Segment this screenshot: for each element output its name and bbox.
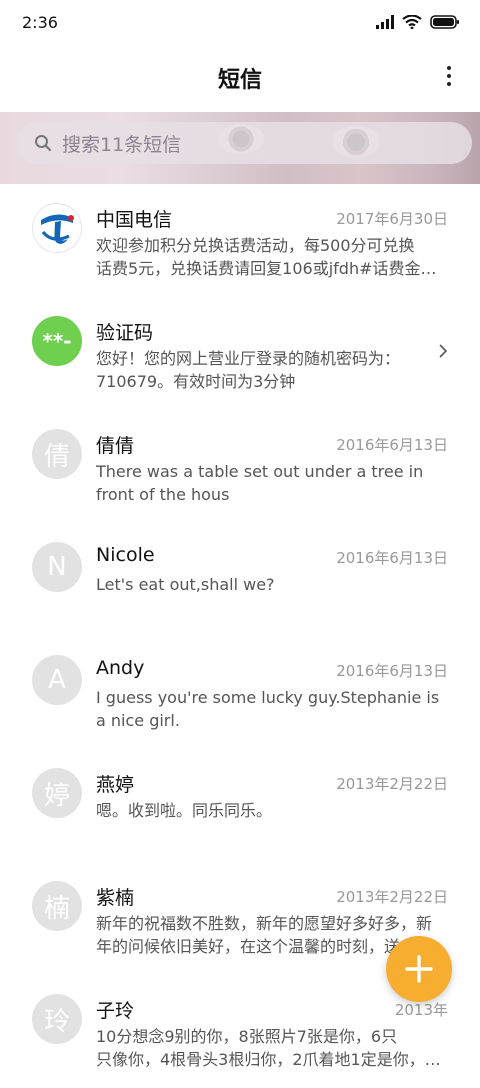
message-date: 2013年2月22日 bbox=[336, 888, 448, 906]
avatar-text: 玲 bbox=[43, 1006, 70, 1037]
conversation-item[interactable]: **- 验证码 您好！您的网上营业厅登录的随机密码为： 710679。有效时间为… bbox=[0, 297, 480, 410]
status-time: 2:36 bbox=[22, 12, 58, 32]
avatar: N bbox=[32, 542, 82, 592]
preview-line: There was a table set out under a tree i… bbox=[96, 462, 424, 481]
contact-name: 子玲 bbox=[96, 1000, 135, 1022]
avatar-text: 婷 bbox=[43, 780, 70, 811]
avatar: **- bbox=[32, 316, 82, 366]
conversation-item[interactable]: 婷 燕婷 2013年2月22日 嗯。收到啦。同乐同乐。 bbox=[0, 749, 480, 862]
conversation-item[interactable]: N Nicole 2016年6月13日 Let's eat out,shall … bbox=[0, 523, 480, 636]
contact-name: 燕婷 bbox=[96, 774, 135, 796]
header-banner: 搜索11条短信 bbox=[0, 112, 480, 184]
more-options-icon[interactable] bbox=[446, 66, 452, 86]
battery-icon bbox=[430, 15, 459, 29]
preview-line: 您好！您的网上营业厅登录的随机密码为： bbox=[96, 349, 401, 368]
message-preview: There was a table set out under a tree i… bbox=[96, 460, 450, 506]
message-preview: 嗯。收到啦。同乐同乐。 bbox=[96, 799, 450, 822]
page-title: 短信 bbox=[217, 68, 262, 93]
avatar bbox=[32, 203, 82, 253]
avatar-text: N bbox=[47, 552, 67, 582]
preview-line: 嗯。收到啦。同乐同乐。 bbox=[96, 801, 273, 820]
avatar: A bbox=[32, 655, 82, 705]
contact-name: 紫楠 bbox=[96, 887, 135, 909]
avatar: 玲 bbox=[32, 994, 82, 1044]
preview-line: a nice girl. bbox=[96, 711, 180, 730]
message-date: 2016年6月13日 bbox=[336, 436, 448, 454]
preview-line: 欢迎参加积分兑换话费活动，每500分可兑换 bbox=[96, 236, 415, 255]
message-preview: Let's eat out,shall we? bbox=[96, 573, 450, 596]
preview-line: Let's eat out,shall we? bbox=[96, 575, 275, 594]
message-preview: 您好！您的网上营业厅登录的随机密码为： 710679。有效时间为3分钟 bbox=[96, 347, 450, 393]
message-date: 2013年 bbox=[394, 1001, 448, 1019]
avatar: 楠 bbox=[32, 881, 82, 931]
status-bar: 2:36 bbox=[0, 0, 480, 44]
contact-name: 倩倩 bbox=[96, 435, 135, 457]
message-date: 2016年6月13日 bbox=[336, 549, 448, 567]
avatar-text: 楠 bbox=[43, 893, 70, 924]
preview-line: 710679。有效时间为3分钟 bbox=[96, 372, 296, 391]
message-preview: 10分想念9别的你，8张照片7张是你，6只 只像你，4根骨头3根归你，2爪着地1… bbox=[96, 1025, 450, 1071]
preview-line: I guess you're some lucky guy.Stephanie … bbox=[96, 688, 440, 707]
avatar: 倩 bbox=[32, 429, 82, 479]
message-preview: I guess you're some lucky guy.Stephanie … bbox=[96, 686, 450, 732]
status-icons bbox=[376, 15, 460, 29]
contact-name: 验证码 bbox=[96, 322, 154, 344]
preview-line: 只像你，4根骨头3根归你，2爪着地1定是你，你最好 bbox=[96, 1050, 450, 1069]
contact-name: 中国电信 bbox=[96, 209, 173, 231]
search-bar[interactable]: 搜索11条短信 bbox=[16, 122, 472, 164]
preview-line: front of the hous bbox=[96, 485, 230, 504]
signal-icon bbox=[376, 15, 394, 29]
preview-line: 话费5元，兑换话费请回复106或jfdh#话费金额进行兑换 bbox=[96, 259, 450, 278]
search-placeholder: 搜索11条短信 bbox=[62, 133, 182, 156]
conversation-item[interactable]: A Andy 2016年6月13日 I guess you're some lu… bbox=[0, 636, 480, 749]
message-date: 2013年2月22日 bbox=[336, 775, 448, 793]
contact-name: Andy bbox=[96, 657, 145, 679]
contact-name: Nicole bbox=[96, 544, 155, 566]
preview-line: 10分想念9别的你，8张照片7张是你，6只 bbox=[96, 1027, 398, 1046]
avatar: 婷 bbox=[32, 768, 82, 818]
avatar-text: 倩 bbox=[43, 441, 70, 472]
plus-icon bbox=[405, 955, 433, 983]
avatar-text: **- bbox=[42, 329, 72, 353]
avatar-text: A bbox=[48, 665, 66, 695]
telecom-logo-icon bbox=[41, 214, 74, 244]
wifi-icon bbox=[402, 15, 422, 29]
message-preview: 欢迎参加积分兑换话费活动，每500分可兑换 话费5元，兑换话费请回复106或jf… bbox=[96, 234, 450, 280]
app-bar: 短信 bbox=[0, 44, 480, 112]
preview-line: 新年的祝福数不胜数，新年的愿望好多好多，新 bbox=[96, 914, 433, 933]
message-date: 2016年6月13日 bbox=[336, 662, 448, 680]
conversation-item[interactable]: 中国电信 2017年6月30日 欢迎参加积分兑换话费活动，每500分可兑换 话费… bbox=[0, 184, 480, 297]
message-date: 2017年6月30日 bbox=[336, 210, 448, 228]
new-message-button[interactable] bbox=[386, 936, 452, 1002]
conversation-item[interactable]: 倩 倩倩 2016年6月13日 There was a table set ou… bbox=[0, 410, 480, 523]
search-icon bbox=[35, 135, 52, 152]
